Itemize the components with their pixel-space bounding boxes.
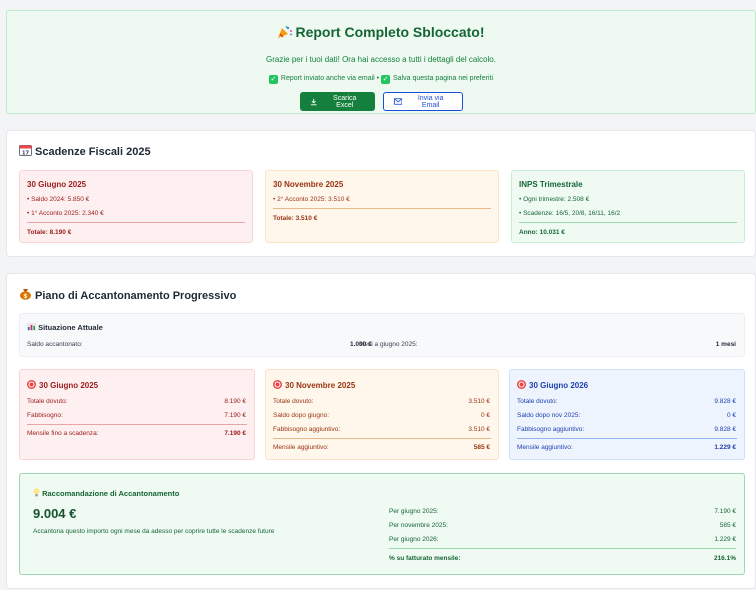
deadline-card-november: 30 Novembre 2025 • 2° Acconto 2025: 3.51… [265, 170, 499, 243]
card-total: Totale: 8.190 € [27, 229, 72, 236]
chart-icon [27, 323, 36, 331]
card-summary: Mensile fino a scadenza: 7.190 € [27, 430, 246, 437]
card-row: Totale dovuto: 8.190 € [27, 398, 246, 405]
checkbox-icon: ✓ [268, 75, 278, 84]
svg-text:$: $ [23, 293, 27, 300]
breakdown-row: Per novembre 2025: 585 € [389, 522, 736, 529]
card-line: • 2° Acconto 2025: 3.510 € [273, 196, 350, 203]
card-line: • 1° Acconto 2025: 2.340 € [27, 210, 104, 217]
target-card-june-2025: 30 Giugno 2025 Totale dovuto: 8.190 € Fab… [19, 369, 255, 460]
deadline-card-june: 30 Giugno 2025 • Saldo 2024: 5.850 € • 1… [19, 170, 253, 243]
send-email-button[interactable]: Invia via Email [382, 92, 463, 111]
check-email-text: Report inviato anche via email [280, 75, 375, 82]
saldo-label: Saldo accantonato: [27, 341, 83, 348]
card-summary: Mensile aggiuntivo: 585 € [273, 444, 490, 451]
download-excel-button[interactable]: Scarica Excel [299, 92, 375, 111]
banner-checks: ✓ Report inviato anche via email • ✓ Sal… [7, 75, 755, 84]
divider [389, 548, 736, 549]
card-row: Totale dovuto: 3.510 € [273, 398, 490, 405]
section-title: 17 Scadenze Fiscali 2025 [19, 144, 151, 158]
card-title: 30 Giugno 2025 [27, 180, 87, 189]
download-icon [310, 98, 317, 105]
card-line: • Scadenze: 16/5, 20/8, 16/11, 16/2 [519, 210, 621, 217]
recommended-amount: 9.004 € [33, 506, 77, 521]
recommendation-description: Accantona questo importo ogni mese da ad… [33, 528, 275, 535]
mesi-value: 1 mesi [715, 341, 736, 348]
recommendation-title: Raccomandazione di Accantonamento [33, 488, 179, 498]
party-popper-icon [278, 25, 293, 38]
calendar-icon: 17 [19, 145, 32, 157]
breakdown-row: Per giugno 2025: 7.190 € [389, 508, 736, 515]
money-bag-icon: $ [20, 289, 31, 300]
revenue-percentage-row: % su fatturato mensile: 216.1% [389, 555, 736, 562]
deadline-card-inps: INPS Trimestrale • Ogni trimestre: 2.508… [511, 170, 745, 243]
card-title: INPS Trimestrale [519, 180, 583, 189]
target-icon [27, 380, 36, 389]
divider [519, 222, 737, 223]
card-title: 30 Giugno 2025 [27, 380, 98, 390]
card-row: Saldo dopo giugno: 0 € [273, 412, 490, 419]
card-line: • Saldo 2024: 5.850 € [27, 196, 90, 203]
send-email-label: Invia via Email [417, 94, 444, 109]
card-row: Saldo dopo nov 2025: 0 € [517, 412, 736, 419]
card-title: 30 Novembre 2025 [273, 380, 355, 390]
situation-title: Situazione Attuale [27, 323, 103, 332]
divider [27, 424, 247, 425]
divider [273, 208, 491, 209]
separator: • [376, 75, 380, 82]
mesi-label: Mesi a giugno 2025: [359, 341, 418, 348]
target-icon [517, 380, 526, 389]
banner-title: Report Completo Sbloccato! [7, 24, 755, 40]
divider [273, 438, 491, 439]
target-icon [273, 380, 282, 389]
lightbulb-icon [33, 488, 40, 497]
unlock-banner: Report Completo Sbloccato! Grazie per i … [6, 10, 756, 114]
divider [517, 438, 737, 439]
card-total: Totale: 3.510 € [273, 215, 318, 222]
card-row: Totale dovuto: 9.828 € [517, 398, 736, 405]
checkbox-icon: ✓ [381, 75, 391, 84]
card-summary: Mensile aggiuntivo: 1.229 € [517, 444, 736, 451]
banner-subtitle: Grazie per i tuoi dati! Ora hai accesso … [266, 55, 496, 64]
recommendation-card: Raccomandazione di Accantonamento 9.004 … [19, 473, 745, 575]
mail-icon [393, 98, 402, 105]
savings-plan-section: $ Piano di Accantonamento Progressivo Sit… [6, 273, 756, 589]
card-row: Fabbisogno: 7.190 € [27, 412, 246, 419]
download-excel-label: Scarica Excel [333, 94, 357, 109]
card-row: Fabbisogno aggiuntivo: 9.828 € [517, 426, 736, 433]
target-card-june-2026: 30 Giugno 2026 Totale dovuto: 9.828 € Sal… [509, 369, 745, 460]
card-title: 30 Giugno 2026 [517, 380, 588, 390]
svg-text:17: 17 [22, 151, 29, 157]
section-title: $ Piano di Accantonamento Progressivo [19, 288, 236, 302]
tax-deadlines-section: 17 Scadenze Fiscali 2025 30 Giugno 2025 •… [6, 130, 756, 257]
card-row: Fabbisogno aggiuntivo: 3.510 € [273, 426, 490, 433]
card-line: • Ogni trimestre: 2.508 € [519, 196, 590, 203]
card-total: Anno: 10.031 € [519, 229, 565, 236]
target-card-november-2025: 30 Novembre 2025 Totale dovuto: 3.510 € S… [265, 369, 499, 460]
divider [27, 222, 245, 223]
breakdown-row: Per giugno 2026: 1.229 € [389, 536, 736, 543]
check-save-text: Salva questa pagina nei preferiti [393, 75, 494, 82]
card-title: 30 Novembre 2025 [273, 180, 344, 189]
current-situation-card: Situazione Attuale Saldo accantonato: 1.… [19, 313, 745, 357]
